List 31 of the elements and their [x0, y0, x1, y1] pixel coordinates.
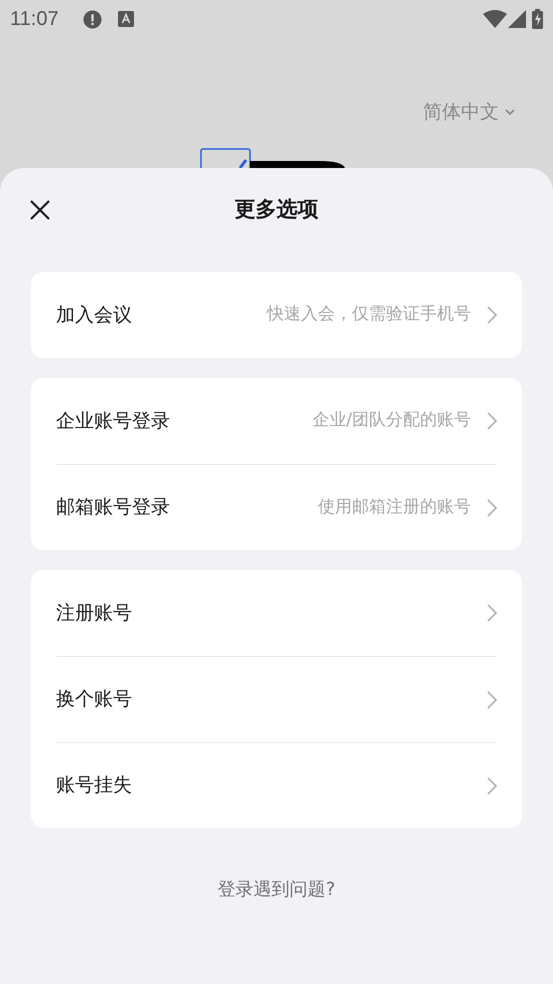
chevron-right-icon — [487, 306, 497, 324]
option-row[interactable]: 注册账号 — [56, 570, 497, 656]
option-row[interactable]: 加入会议 快速入会，仅需验证手机号 — [56, 272, 497, 358]
option-hint: 使用邮箱注册的账号 — [318, 496, 471, 519]
chevron-right-icon — [487, 498, 497, 516]
option-row[interactable]: 账号挂失 — [56, 742, 497, 828]
alert-icon — [82, 10, 102, 28]
battery-icon — [532, 9, 543, 29]
option-label: 账号挂失 — [56, 773, 132, 798]
close-icon[interactable] — [30, 200, 50, 220]
option-label: 加入会议 — [56, 302, 132, 328]
signal-icon — [508, 10, 526, 28]
option-hint: 快速入会，仅需验证手机号 — [267, 303, 471, 326]
chevron-right-icon — [487, 604, 497, 622]
chevron-right-icon — [487, 776, 497, 794]
option-row[interactable]: 企业账号登录 企业/团队分配的账号 — [56, 378, 497, 464]
help-link[interactable]: 登录遇到问题? — [218, 876, 336, 903]
caret-icon — [505, 108, 515, 116]
option-row[interactable]: 邮箱账号登录 使用邮箱注册的账号 — [56, 464, 497, 550]
option-label: 注册账号 — [56, 600, 132, 626]
option-label: 企业账号登录 — [56, 408, 170, 434]
chevron-right-icon — [487, 690, 497, 708]
wifi-icon — [483, 10, 507, 28]
option-row[interactable]: 换个账号 — [56, 656, 497, 742]
sheet-title: 更多选项 — [234, 196, 318, 224]
status-time: 11:07 — [10, 7, 59, 32]
option-label: 换个账号 — [56, 687, 132, 712]
chevron-right-icon — [487, 412, 497, 430]
keyboard-icon — [118, 11, 134, 27]
option-hint: 企业/团队分配的账号 — [312, 409, 471, 432]
option-label: 邮箱账号登录 — [56, 495, 170, 520]
